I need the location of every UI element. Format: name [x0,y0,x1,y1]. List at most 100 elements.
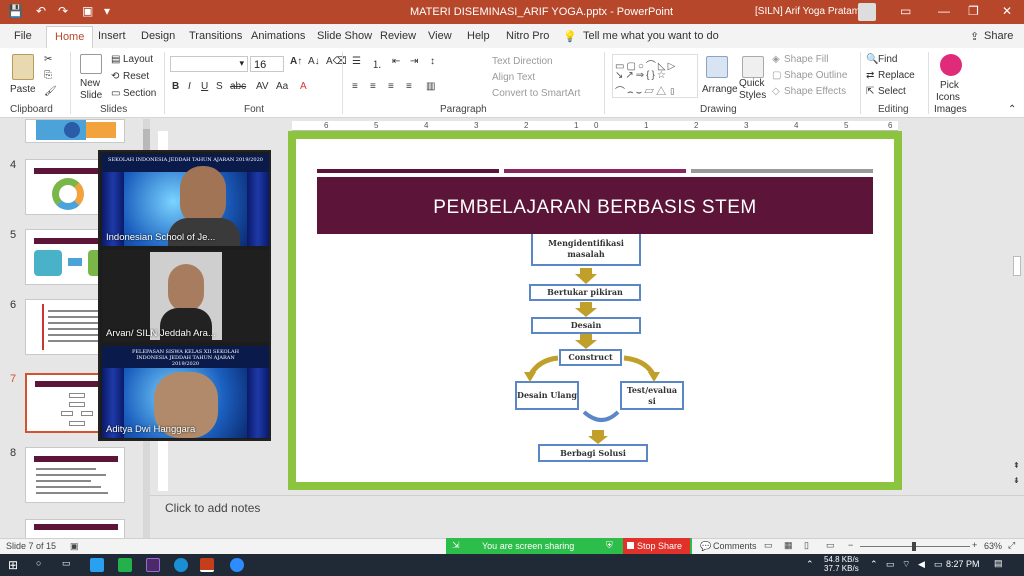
shape-effects-button[interactable]: Shape Effects [784,86,846,97]
thumbnail-slide-3[interactable] [25,119,125,143]
shape-fill-button[interactable]: Shape Fill [784,54,828,65]
shape-outline-icon[interactable]: ▢ [772,70,781,81]
paste-icon[interactable] [12,54,34,80]
pick-label[interactable]: Pick [940,80,959,91]
change-case-icon[interactable]: Aa [276,81,288,92]
edge-icon[interactable] [174,558,188,572]
avatar[interactable] [858,3,876,21]
app-green-icon[interactable] [118,558,132,572]
customize-qat-icon[interactable]: ▾ [104,4,110,18]
align-left-icon[interactable]: ≡ [352,81,358,92]
fit-slide-icon[interactable]: ⤢ [1008,540,1015,551]
increase-font-icon[interactable]: A↑ [290,56,302,67]
replace-button[interactable]: Replace [878,70,915,81]
ribbon-display-icon[interactable]: ▭ [900,4,911,18]
share-icon[interactable]: ⇪ [970,30,979,43]
video-tile-2[interactable]: Arvan/ SILN Jeddah Ara... [102,250,269,342]
bullets-icon[interactable]: ☰ [352,56,361,67]
quick-styles-button[interactable]: Quick [739,78,765,89]
save-icon[interactable]: 💾 [8,4,23,18]
clock[interactable]: 8:27 PM [946,559,980,569]
columns-icon[interactable]: ▥ [426,81,435,92]
layout-button[interactable]: Layout [123,54,153,65]
tab-animations[interactable]: Animations [251,30,305,42]
restore-icon[interactable]: ❐ [968,4,979,18]
shadow-icon[interactable]: S [216,81,223,92]
notes-placeholder[interactable]: Click to add notes [165,501,260,515]
line-spacing-icon[interactable]: ↕ [430,56,435,67]
shape-fill-icon[interactable]: ◈ [772,54,780,65]
shape-outline-button[interactable]: Shape Outline [784,70,847,81]
tab-design[interactable]: Design [141,30,175,42]
camtasia-icon[interactable] [90,558,104,572]
justify-icon[interactable]: ≡ [406,81,412,92]
new-slide-icon[interactable] [80,54,102,74]
numbering-icon[interactable]: ⒈ [372,56,382,71]
font-color-icon[interactable]: A [300,81,307,92]
tab-help[interactable]: Help [467,30,490,42]
tab-view[interactable]: View [428,30,452,42]
notifications-icon[interactable]: ▤ [994,558,1003,569]
tray-expand-icon[interactable]: ⌃ [870,559,878,570]
slide-title[interactable]: PEMBELAJARAN BERBASIS STEM [317,177,873,234]
bold-icon[interactable]: B [172,81,179,92]
find-button[interactable]: Find [878,54,897,65]
tab-nitro-pro[interactable]: Nitro Pro [506,30,549,42]
text-direction-button[interactable]: Text Direction [492,56,553,67]
editor-scrollbar[interactable]: ⇞ ⇟ [1012,131,1022,495]
tab-home[interactable]: Home [46,26,94,48]
arrange-icon[interactable] [706,56,728,78]
comments-button[interactable]: Comments [713,541,757,551]
underline-icon[interactable]: U [201,81,208,92]
align-right-icon[interactable]: ≡ [388,81,394,92]
wifi-icon[interactable]: ⌃ [806,559,814,570]
close-icon[interactable]: ✕ [1002,4,1012,18]
collapse-ribbon-icon[interactable]: ⌃ [1008,104,1016,115]
tab-insert[interactable]: Insert [98,30,126,42]
tab-file[interactable]: File [14,30,32,42]
reset-button[interactable]: Reset [123,71,149,82]
italic-icon[interactable]: I [188,81,191,92]
pick-icons-icon[interactable] [940,54,962,76]
align-center-icon[interactable]: ≡ [370,81,376,92]
zoom-slider-thumb[interactable] [912,542,916,551]
convert-smartart-button[interactable]: Convert to SmartArt [492,88,580,99]
indent-decrease-icon[interactable]: ⇤ [392,56,400,67]
tab-review[interactable]: Review [380,30,416,42]
new-slide-button[interactable]: New [80,78,100,89]
arrange-button[interactable]: Arrange [702,84,738,95]
paste-button[interactable]: Paste [10,84,36,95]
video-tile-1[interactable]: SEKOLAH INDONESIA JEDDAH TAHUN AJARAN 20… [102,154,269,246]
section-button[interactable]: Section [123,88,156,99]
tell-me-search[interactable]: Tell me what you want to do [583,30,719,42]
tab-slide-show[interactable]: Slide Show [317,30,372,42]
copy-icon[interactable]: ⎘ [44,70,52,81]
zoom-in-icon[interactable]: + [972,540,977,550]
premiere-icon[interactable] [146,558,160,572]
share-button[interactable]: Share [984,30,1013,42]
start-icon[interactable]: ⊞ [8,558,22,572]
slideshow-view-icon[interactable]: ▭ [826,540,835,551]
align-text-button[interactable]: Align Text [492,72,535,83]
tab-transitions[interactable]: Transitions [189,30,242,42]
minimize-icon[interactable]: — [938,4,950,18]
video-tile-3[interactable]: PELEPASAN SISWA KELAS XII SEKOLAH INDONE… [102,346,269,438]
stop-share-button[interactable]: Stop Share [623,538,690,554]
undo-icon[interactable]: ↶ [36,4,46,18]
font-name-select[interactable]: ▾ [170,56,248,72]
select-button[interactable]: Select [878,86,906,97]
thumbnail-slide-8[interactable] [25,447,125,503]
decrease-font-icon[interactable]: A↓ [308,56,320,67]
task-view-icon[interactable]: ▭ [62,558,76,572]
reading-view-icon[interactable]: ▯ [804,540,809,551]
language-icon[interactable]: ▭ [934,559,943,570]
slide-sorter-icon[interactable]: ▦ [784,540,793,551]
thumbnail-slide-9[interactable] [25,519,125,539]
format-painter-icon[interactable]: 🖌 [44,86,57,97]
strikethrough-icon[interactable]: abc [230,81,246,92]
share-grip-icon[interactable]: ⇲ [452,540,460,551]
redo-icon[interactable]: ↷ [58,4,68,18]
zoom-app-icon[interactable] [230,558,244,572]
indent-increase-icon[interactable]: ⇥ [410,56,418,67]
normal-view-icon[interactable]: ▭ [764,540,773,551]
